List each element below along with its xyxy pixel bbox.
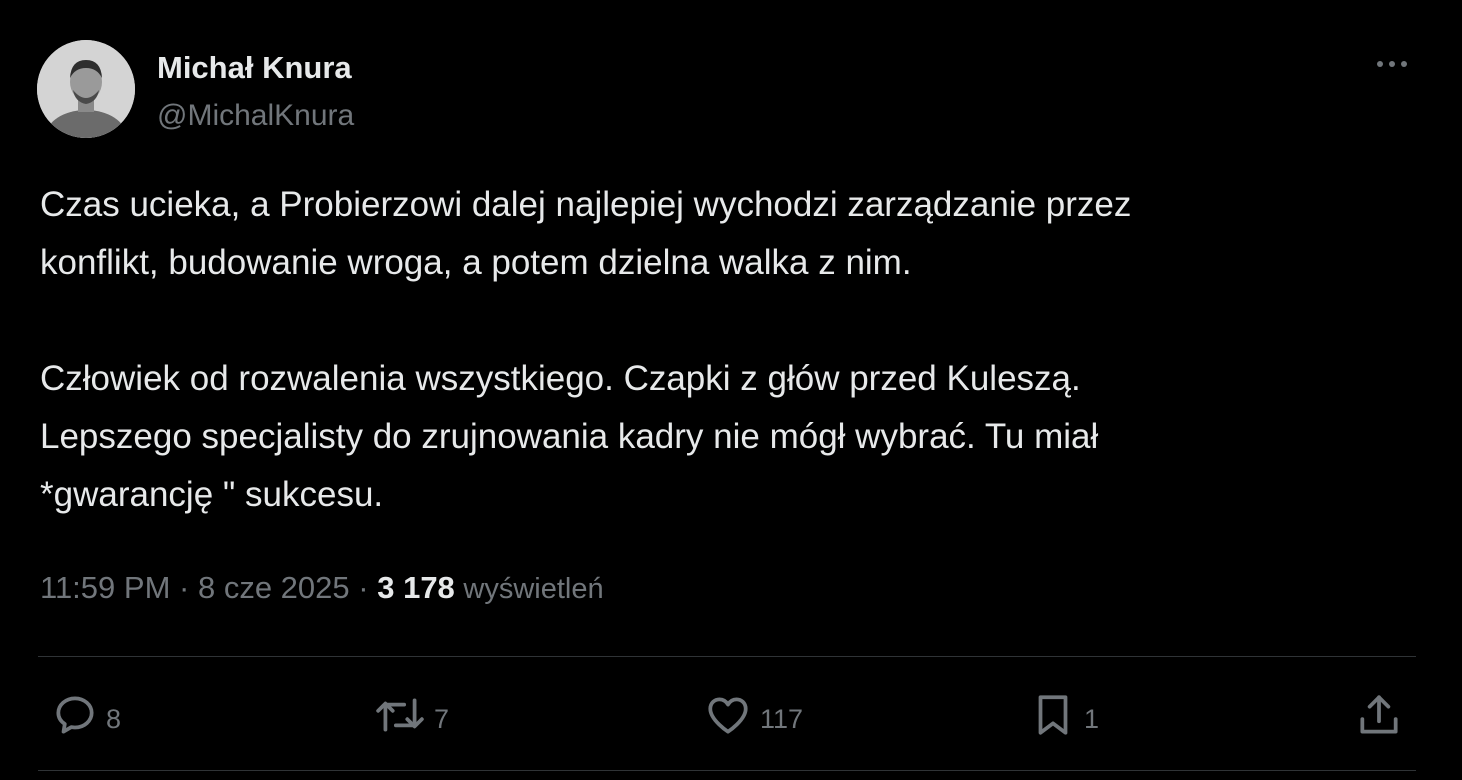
bookmark-button[interactable]: 1 <box>1028 690 1099 740</box>
author-handle[interactable]: @MichalKnura <box>157 99 354 133</box>
meta-separator: · <box>179 570 190 605</box>
views-count: 3 178 <box>377 570 455 605</box>
reply-count: 8 <box>106 703 122 734</box>
author-name[interactable]: Michał Knura <box>157 50 352 86</box>
repost-icon <box>376 698 424 732</box>
repost-button[interactable]: 7 <box>372 690 449 740</box>
bookmark-icon <box>1038 695 1068 735</box>
bookmark-count: 1 <box>1084 703 1100 734</box>
more-options-button[interactable] <box>1370 46 1414 82</box>
tweet-meta: 11:59 PM · 8 cze 2025 · 3 178 wyświetleń <box>40 570 604 606</box>
timestamp-date[interactable]: 8 cze 2025 <box>198 570 350 605</box>
divider <box>38 770 1416 771</box>
avatar[interactable] <box>37 40 135 138</box>
tweet-line: Lepszego specjalisty do zrujnowania kadr… <box>40 417 1099 456</box>
timestamp-time[interactable]: 11:59 PM <box>40 570 170 605</box>
tweet-card: Michał Knura @MichalKnura Czas ucieka, a… <box>0 0 1462 780</box>
tweet-line: *gwarancję " sukcesu. <box>40 475 384 514</box>
share-button[interactable] <box>1354 690 1404 740</box>
tweet-text: Czas ucieka, a Probierzowi dalej najlepi… <box>40 176 1430 524</box>
share-icon <box>1360 695 1398 734</box>
views-label: wyświetleń <box>463 573 604 605</box>
tweet-line: Czas ucieka, a Probierzowi dalej najlepi… <box>40 185 1132 224</box>
tweet-line: konflikt, budowanie wroga, a potem dziel… <box>40 243 912 282</box>
divider <box>38 656 1416 657</box>
meta-separator: · <box>358 570 369 605</box>
avatar-photo <box>37 40 135 138</box>
reply-icon <box>56 696 94 734</box>
like-count: 117 <box>760 703 804 734</box>
repost-count: 7 <box>434 703 450 734</box>
heart-icon <box>708 697 748 734</box>
more-horizontal-icon <box>1377 61 1407 67</box>
tweet-line: Człowiek od rozwalenia wszystkiego. Czap… <box>40 359 1081 398</box>
reply-button[interactable]: 8 <box>50 690 121 740</box>
like-button[interactable]: 117 <box>702 690 803 740</box>
